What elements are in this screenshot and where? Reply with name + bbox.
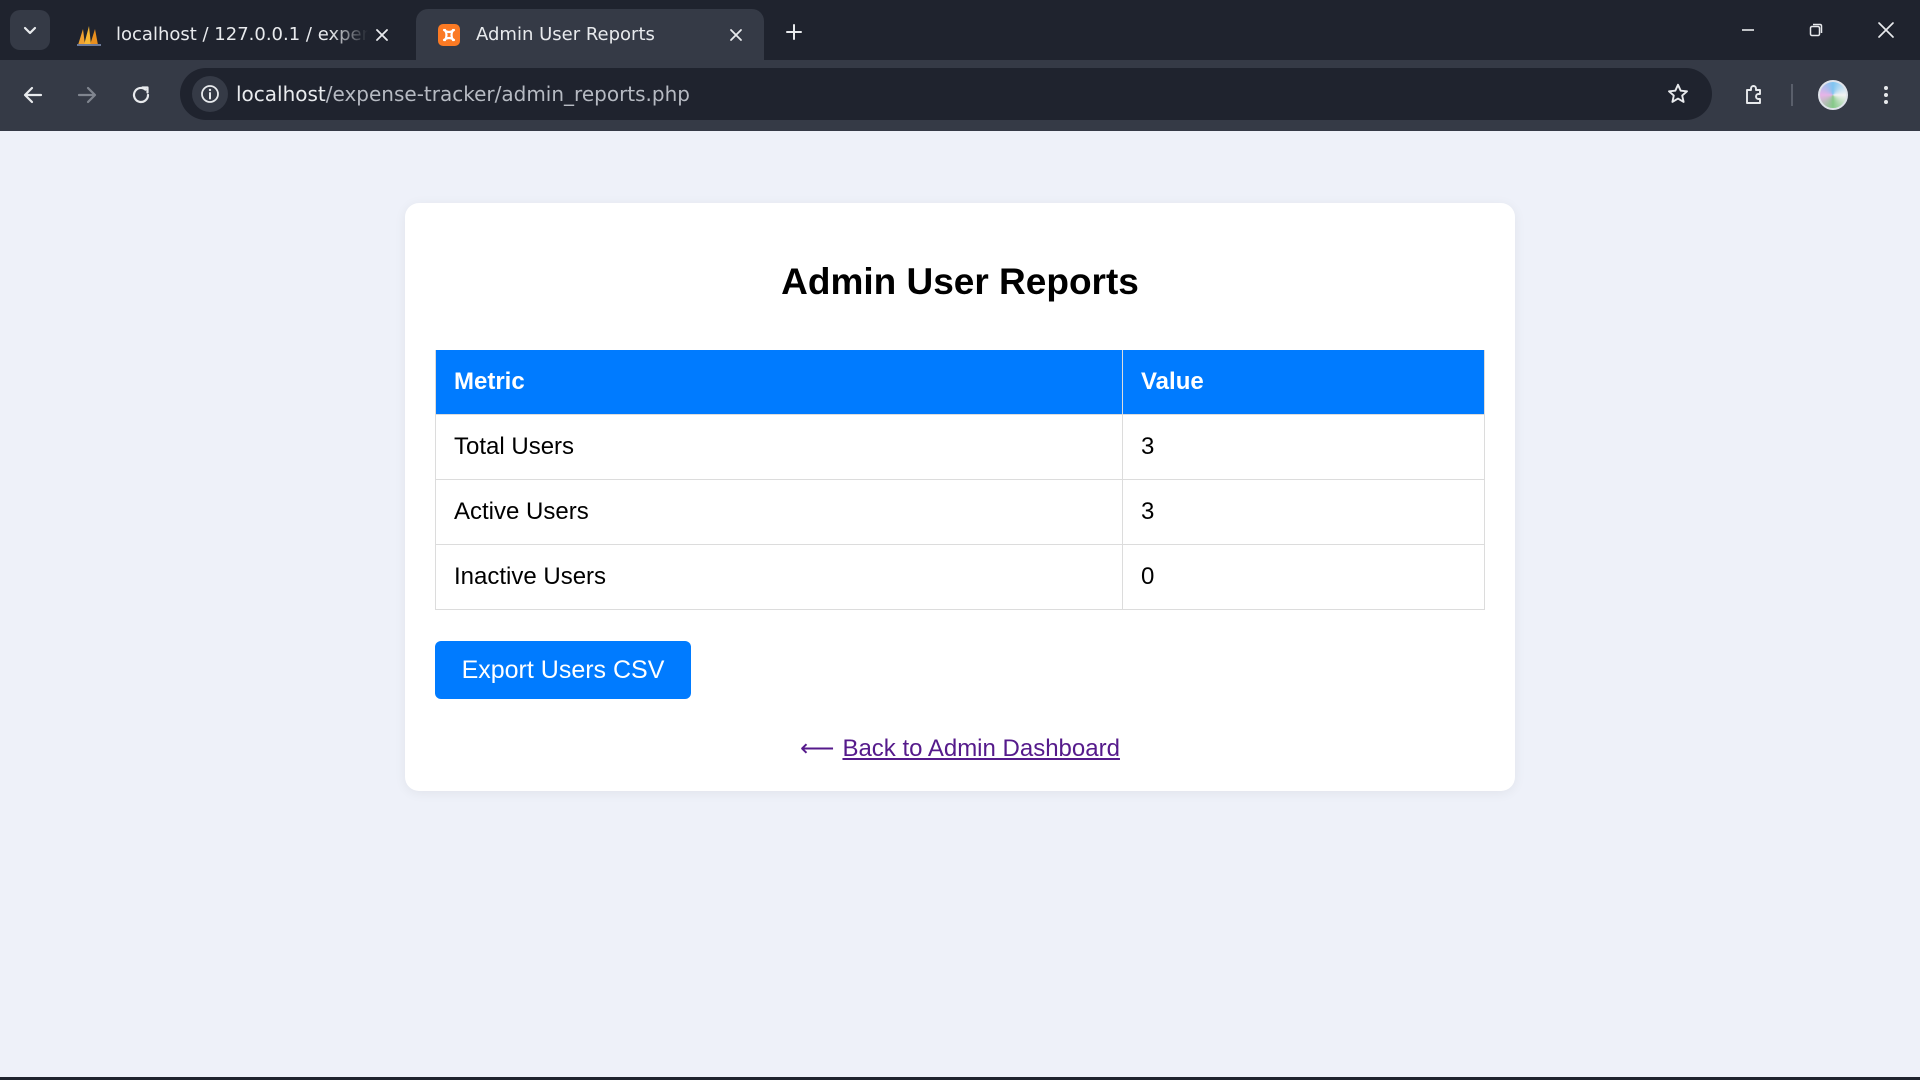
table-row: Total Users 3	[435, 413, 1485, 480]
minimize-icon	[1742, 29, 1754, 31]
site-info-icon[interactable]	[192, 76, 228, 112]
back-link-container: ⟵ Back to Admin Dashboard	[405, 734, 1515, 763]
more-vert-icon	[1884, 86, 1888, 104]
address-url[interactable]: localhost/expense-tracker/admin_reports.…	[236, 68, 690, 120]
plus-icon	[786, 24, 802, 40]
tab-admin-user-reports[interactable]: Admin User Reports	[416, 9, 764, 60]
column-header-value: Value	[1122, 350, 1485, 415]
restore-icon	[1809, 23, 1823, 37]
tab-title: Admin User Reports	[476, 24, 655, 45]
back-button[interactable]	[12, 74, 54, 116]
minimize-button[interactable]	[1714, 0, 1782, 60]
table-header-row: Metric Value	[435, 350, 1485, 415]
close-window-button[interactable]	[1852, 0, 1920, 60]
reload-button[interactable]	[120, 74, 162, 116]
tab-search-button[interactable]	[10, 10, 50, 50]
value-cell: 3	[1122, 478, 1485, 545]
extensions-button[interactable]	[1733, 74, 1775, 116]
arrow-right-icon	[77, 86, 97, 104]
metric-cell: Inactive Users	[435, 543, 1123, 610]
table-row: Inactive Users 0	[435, 543, 1485, 610]
puzzle-icon	[1746, 85, 1761, 104]
forward-button[interactable]	[66, 74, 108, 116]
export-users-csv-button[interactable]: Export Users CSV	[435, 641, 691, 699]
back-link-label: Back to Admin Dashboard	[842, 735, 1120, 762]
bookmark-star-icon[interactable]	[1660, 76, 1696, 112]
metric-cell: Total Users	[435, 413, 1123, 480]
chevron-down-icon	[23, 26, 37, 35]
arrow-left-icon	[23, 86, 43, 104]
page-title: Admin User Reports	[781, 261, 1139, 302]
xampp-icon	[436, 22, 462, 48]
restore-button[interactable]	[1782, 0, 1850, 60]
column-header-metric: Metric	[435, 350, 1123, 415]
metric-cell: Active Users	[435, 478, 1123, 545]
close-icon	[1878, 22, 1894, 38]
browser-tab-bar: localhost / 127.0.0.1 / expense_ Admin U…	[0, 0, 1920, 60]
phpmyadmin-icon	[76, 22, 102, 48]
toolbar-divider	[1791, 84, 1793, 106]
address-bar[interactable]: localhost/expense-tracker/admin_reports.…	[180, 68, 1712, 120]
url-host: localhost	[236, 82, 326, 106]
back-arrow-icon: ⟵	[800, 735, 835, 762]
report-card: Admin User Reports Metric Value Total Us…	[405, 203, 1515, 791]
table-row: Active Users 3	[435, 478, 1485, 545]
profile-avatar[interactable]	[1818, 80, 1848, 110]
browser-menu-button[interactable]	[1865, 74, 1907, 116]
report-table: Metric Value Total Users 3 Active Users …	[435, 350, 1485, 610]
value-cell: 0	[1122, 543, 1485, 610]
close-tab-icon[interactable]	[368, 21, 396, 49]
tab-title: localhost / 127.0.0.1 / expense_	[116, 24, 368, 45]
close-tab-icon[interactable]	[722, 21, 750, 49]
tab-phpmyadmin[interactable]: localhost / 127.0.0.1 / expense_	[56, 9, 410, 60]
reload-icon	[132, 86, 150, 104]
back-to-dashboard-link[interactable]: ⟵ Back to Admin Dashboard	[800, 735, 1120, 762]
new-tab-button[interactable]	[776, 14, 812, 50]
url-path: /expense-tracker/admin_reports.php	[325, 82, 690, 106]
value-cell: 3	[1122, 413, 1485, 480]
